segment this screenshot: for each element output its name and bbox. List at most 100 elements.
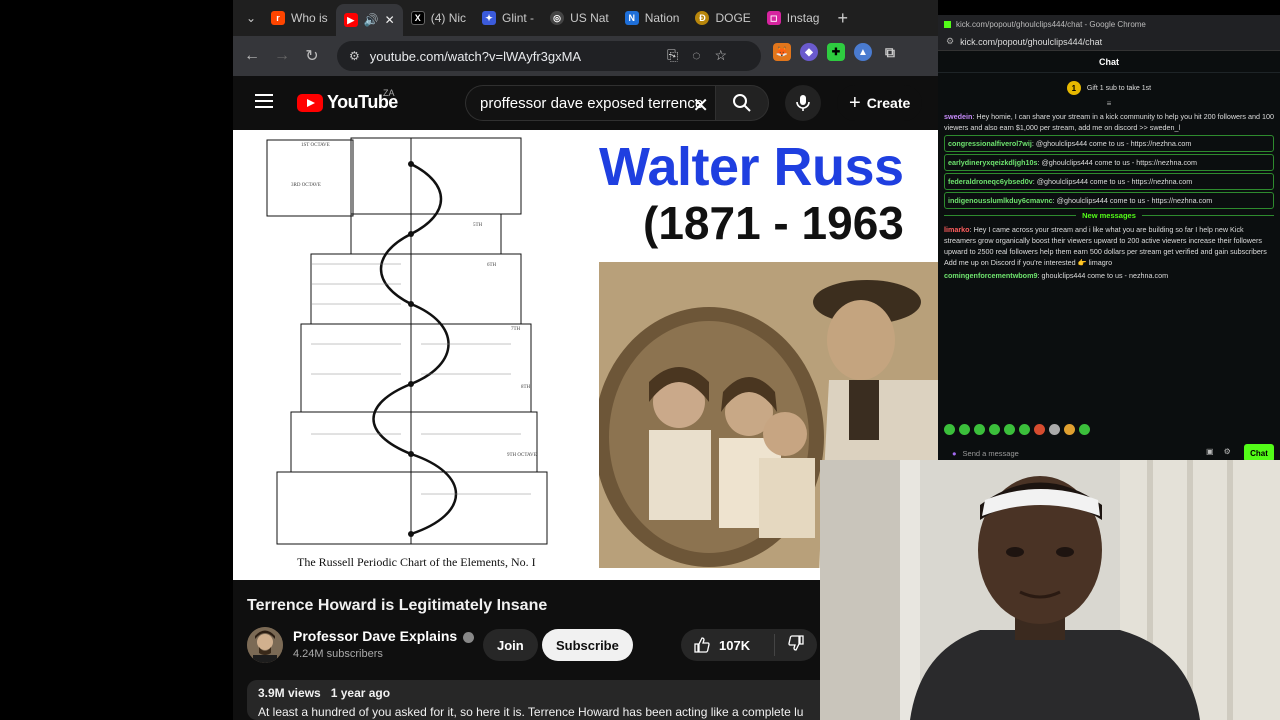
emote-icon[interactable] <box>944 424 955 435</box>
like-count: 107K <box>719 637 751 653</box>
youtube-header: YouTube ZA proffessor dave exposed terre… <box>233 76 938 130</box>
tab-x[interactable]: X (4) Nic <box>403 4 474 32</box>
emote-icon[interactable] <box>1034 424 1045 435</box>
metamask-icon[interactable]: 🦊 <box>773 43 791 61</box>
channel-name[interactable]: Professor Dave Explains <box>293 628 475 644</box>
tracking-eye-icon[interactable]: ◌ <box>692 47 700 64</box>
site-info-icon[interactable]: ⚙ <box>349 49 360 63</box>
chat-message: comingenforcementwbom9: ghoulclips444 co… <box>944 271 1169 280</box>
microphone-icon[interactable]: ● <box>952 449 957 458</box>
chat-username[interactable]: earlydineryxqeizkdljgh10s <box>948 158 1038 167</box>
desktop: ⌄ r Who is ▶ 🔊 ✕ X (4) Nic ✦ Glint - ◎ U… <box>0 0 1280 720</box>
settings-gear-icon[interactable]: ⚙ <box>1224 447 1231 456</box>
back-arrow-icon[interactable]: ← <box>237 41 267 71</box>
install-app-icon[interactable]: ⎘ <box>667 47 678 64</box>
menu-hamburger-icon[interactable] <box>255 94 273 108</box>
chat-messages: swedein: Hey homie, I can share your str… <box>938 109 1280 281</box>
chat-text: @ghoulclips444 come to us - https://nezh… <box>1041 158 1198 167</box>
tab-us-nat[interactable]: ◎ US Nat <box>542 4 617 32</box>
svg-text:7TH: 7TH <box>511 327 521 332</box>
instagram-icon: ◻ <box>766 11 781 25</box>
chat-username[interactable]: congressionalfiverol7wij <box>948 139 1032 148</box>
gift-banner[interactable]: 1 Gift 1 sub to take 1st <box>938 77 1280 99</box>
gift-badge-icon: 1 <box>1066 81 1081 95</box>
address-bar[interactable]: ⚙ youtube.com/watch?v=lWAyfr3gxMA ⎘ ◌ ☆ <box>337 41 761 71</box>
emote-icon[interactable] <box>1004 424 1015 435</box>
reload-icon[interactable]: ↻ <box>297 41 327 71</box>
slide-title: Walter Russ <box>599 137 904 197</box>
create-button[interactable]: + Create <box>837 85 923 121</box>
search-input[interactable]: proffessor dave exposed terrence ✕ <box>465 85 715 121</box>
like-button[interactable]: 107K <box>681 634 775 656</box>
url-text[interactable]: youtube.com/watch?v=lWAyfr3gxMA <box>370 49 581 64</box>
view-count: 3.9M views <box>258 686 321 700</box>
chat-username[interactable]: federaldroneqc6ybsed0v <box>948 177 1033 186</box>
gift-icon[interactable]: ▣ <box>1206 447 1214 456</box>
new-tab-plus-icon[interactable]: + <box>827 8 858 29</box>
chat-username[interactable]: swedein <box>944 112 972 121</box>
voice-search-button[interactable] <box>785 85 821 121</box>
popout-url-bar[interactable]: ⚙ kick.com/popout/ghoulclips444/chat <box>938 33 1280 51</box>
dislike-button[interactable] <box>775 634 805 657</box>
ai-extension-icon[interactable]: ◆ <box>800 43 818 61</box>
emote-icon[interactable] <box>989 424 1000 435</box>
chat-message: federaldroneqc6ybsed0v: @ghoulclips444 c… <box>944 173 1274 190</box>
search-query[interactable]: proffessor dave exposed terrence <box>480 95 703 112</box>
emote-icon[interactable] <box>1049 424 1060 435</box>
globe-icon: ◎ <box>550 11 565 25</box>
svg-text:3RD OCTAVE: 3RD OCTAVE <box>291 183 321 188</box>
tab-youtube[interactable]: ▶ 🔊 ✕ <box>335 4 403 36</box>
chat-username[interactable]: limarko <box>944 225 970 234</box>
shield-extension-icon[interactable]: ▲ <box>854 43 872 61</box>
clear-search-icon[interactable]: ✕ <box>692 93 709 118</box>
chat-username[interactable]: indigenousslumlkduy6cmavnc <box>948 196 1053 205</box>
svg-text:6TH: 6TH <box>487 263 497 268</box>
chat-tools: ▣ ⚙ <box>1206 447 1231 456</box>
browser-toolbar: ← → ↻ ⚙ youtube.com/watch?v=lWAyfr3gxMA … <box>233 36 938 76</box>
tab-search-chevron-icon[interactable]: ⌄ <box>239 6 263 30</box>
forward-arrow-icon[interactable]: → <box>267 41 297 71</box>
pinned-chevron-icon[interactable]: ≡ <box>938 99 1280 109</box>
channel-name-text[interactable]: Professor Dave Explains <box>293 628 457 644</box>
speaker-icon[interactable]: 🔊 <box>364 13 379 27</box>
bookmark-star-icon[interactable]: ☆ <box>715 47 728 64</box>
popout-url[interactable]: kick.com/popout/ghoulclips444/chat <box>960 37 1102 47</box>
extensions-puzzle-icon[interactable]: ⧉ <box>881 43 899 61</box>
emote-bar <box>944 424 1090 435</box>
send-placeholder: Send a message <box>962 448 1019 458</box>
channel-avatar[interactable] <box>247 627 283 663</box>
tab-glint[interactable]: ✦ Glint - <box>474 4 542 32</box>
doge-icon: Ð <box>695 11 710 25</box>
verified-check-icon <box>463 631 475 643</box>
youtube-logo[interactable]: YouTube ZA <box>297 88 398 113</box>
chat-text: @ghoulclips444 come to us - https://nezh… <box>1036 177 1193 186</box>
tab-nation[interactable]: N Nation <box>617 4 688 32</box>
search-button[interactable] <box>715 85 769 121</box>
youtube-icon: ▶ <box>343 13 358 27</box>
green-extension-icon[interactable]: ✚ <box>827 43 845 61</box>
chat-message: congressionalfiverol7wij: @ghoulclips444… <box>944 135 1274 152</box>
emote-icon[interactable] <box>1019 424 1030 435</box>
like-dislike-group: 107K <box>681 629 817 661</box>
tab-close-icon[interactable]: ✕ <box>385 13 395 27</box>
webcam-feed-image <box>820 460 1280 720</box>
glint-icon: ✦ <box>482 11 497 25</box>
new-messages-label: New messages <box>1082 211 1136 220</box>
subscribe-button[interactable]: Subscribe <box>542 629 633 661</box>
tab-doge[interactable]: Ð DOGE <box>687 4 758 32</box>
join-button[interactable]: Join <box>483 629 538 661</box>
chat-username[interactable]: comingenforcementwbom9 <box>944 271 1037 280</box>
search-icon <box>733 94 751 112</box>
emote-icon[interactable] <box>1064 424 1075 435</box>
tab-reddit[interactable]: r Who is <box>263 4 336 32</box>
tab-label: Nation <box>644 11 680 25</box>
country-code: ZA <box>383 88 395 98</box>
emote-icon[interactable] <box>959 424 970 435</box>
chat-text: @ghoulclips444 come to us - https://nezh… <box>1056 196 1213 205</box>
chat-text: ghoulclips444 come to us - nezhna.com <box>1041 271 1169 280</box>
emote-icon[interactable] <box>974 424 985 435</box>
tab-instagram[interactable]: ◻ Instag <box>759 4 828 32</box>
emote-icon[interactable] <box>1079 424 1090 435</box>
site-info-icon[interactable]: ⚙ <box>946 36 954 47</box>
chat-message: swedein: Hey homie, I can share your str… <box>944 112 1275 132</box>
